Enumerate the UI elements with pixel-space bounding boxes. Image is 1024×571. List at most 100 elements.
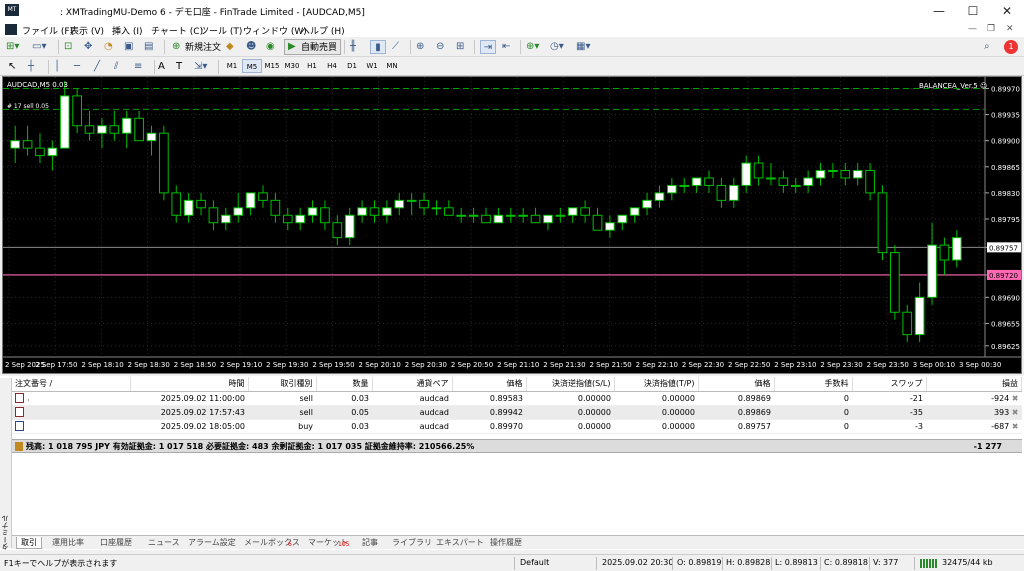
terminal-icon[interactable]: ▣ [124,40,133,54]
col-ticket[interactable]: 注文番号 / [12,377,131,392]
indicators-icon[interactable]: ⊕▾ [526,40,539,54]
col-volume[interactable]: 数量 [316,377,373,392]
strategy-tester-icon[interactable]: ▤ [144,40,153,54]
col-current-price[interactable]: 価格 [698,377,775,392]
auto-scroll-icon[interactable]: ⇥ [480,40,496,54]
table-row[interactable]: . 2025.09.02 11:00:00 sell 0.03 audcad 0… [12,391,1022,406]
templates-icon[interactable]: ▦▾ [576,40,590,54]
timeframe-m15[interactable]: M15 [262,59,282,73]
new-chart-icon[interactable]: ⊞▾ [6,40,19,54]
close-position-icon[interactable]: ✖ [1012,408,1019,417]
profiles-icon[interactable]: ▭▾ [32,40,46,54]
cell-swap: -21 [852,391,926,406]
timeframe-w1[interactable]: W1 [362,59,382,73]
vps-icon[interactable]: ◉ [266,40,275,54]
crosshair-icon[interactable]: ┼ [28,60,34,74]
candle-body [704,177,714,186]
mdi-close-icon[interactable]: ✕ [1006,24,1014,34]
text-label-icon[interactable]: T [176,60,182,74]
col-time[interactable]: 時間 [130,377,249,392]
equidistant-channel-icon[interactable]: ⫽ [114,60,118,74]
chart-canvas[interactable]: 2 Sep 20252 Sep 17:50 2 Sep 18:10 2 Sep 18… [3,77,1021,373]
vertical-line-icon[interactable]: │ [54,60,60,74]
arrows-icon[interactable]: ⇲▾ [194,60,207,74]
menu-insert[interactable]: 挿入 (I) [112,24,143,37]
tab-library[interactable]: ライブラリ [392,537,432,548]
mdi-minimize-icon[interactable]: — [968,24,977,34]
periods-icon[interactable]: ◷▾ [550,40,564,54]
candle-body [159,132,169,194]
horizontal-line-icon[interactable]: ─ [74,60,80,74]
col-price[interactable]: 価格 [452,377,527,392]
cursor-icon[interactable]: ↖ [8,60,16,74]
tile-windows-icon[interactable]: ⊞ [456,40,464,54]
tab-articles[interactable]: 記事 [362,537,378,548]
timeframe-h4[interactable]: H4 [322,59,342,73]
close-position-icon[interactable]: ✖ [1012,394,1019,403]
time-tick-label: 2 Sep 20:50 [451,361,493,369]
bar-chart-icon[interactable]: ╫ [350,40,356,54]
col-symbol[interactable]: 通貨ペア [372,377,453,392]
line-chart-icon[interactable]: ⟋ [392,40,399,54]
trendline-icon[interactable]: ╱ [94,60,100,74]
candle-body [97,125,107,134]
timeframe-h1[interactable]: H1 [302,59,322,73]
cell-tp[interactable]: 0.00000 [614,419,698,434]
profile-name[interactable]: Default [520,558,549,567]
menu-view[interactable]: 表示 (V) [70,24,104,37]
mdi-restore-icon[interactable]: ❐ [987,24,995,34]
notifications-badge[interactable]: 1 [1004,40,1018,54]
tab-alerts[interactable]: アラーム設定 [188,537,236,548]
cell-tp[interactable]: 0.00000 [614,405,698,420]
cell-profit: 393 [993,407,1010,417]
menu-window[interactable]: ウィンドウ (W) [243,24,307,37]
col-swap[interactable]: スワップ [852,377,927,392]
metaeditor-icon[interactable]: ◆ [226,40,234,54]
text-icon[interactable]: A [158,60,165,74]
data-window-icon[interactable]: ◔ [104,40,113,54]
timeframe-mn[interactable]: MN [382,59,402,73]
col-tp[interactable]: 決済指値(T/P) [614,377,699,392]
timeframe-m5[interactable]: M5 [242,59,262,73]
fibonacci-icon[interactable]: ≡ [134,60,142,74]
navigator-icon[interactable]: ✥ [84,40,92,54]
tab-exposure[interactable]: 運用比率 [52,537,84,548]
candle-body [196,199,206,209]
col-profit[interactable]: 損益 [926,377,1022,392]
tab-history[interactable]: 口座履歴 [100,537,132,548]
price-chart[interactable]: 2 Sep 2025 2 Sep 17:50 2 Sep 18:10 2 Sep 18… [2,76,1022,374]
cell-sl[interactable]: 0.00000 [526,419,614,434]
tab-journal[interactable]: 操作履歴 [490,537,522,548]
candle-body [171,192,182,216]
col-commission[interactable]: 手数料 [774,377,853,392]
search-icon[interactable]: ⌕ [984,40,990,54]
minimize-button[interactable]: — [922,0,956,22]
maximize-button[interactable]: ☐ [956,0,990,22]
col-sl[interactable]: 決済逆指値(S/L) [526,377,615,392]
tab-trade[interactable]: 取引 [16,537,42,549]
cell-sl[interactable]: 0.00000 [526,391,614,406]
tab-news[interactable]: ニュース [148,537,180,548]
chart-shift-icon[interactable]: ⇤ [502,40,510,54]
close-button[interactable]: ✕ [990,0,1024,22]
tab-experts[interactable]: エキスパート [436,537,484,548]
close-position-icon[interactable]: ✖ [1012,422,1019,431]
cell-tp[interactable]: 0.00000 [614,391,698,406]
menu-file[interactable]: ファイル (F) [22,24,73,37]
table-row[interactable]: 2025.09.02 18:05:00 buy 0.03 audcad 0.89… [12,419,1022,434]
menu-help[interactable]: ヘルプ (H) [301,24,345,37]
menu-tools[interactable]: ツール (T) [200,24,242,37]
table-row[interactable]: 2025.09.02 17:57:43 sell 0.05 audcad 0.8… [12,405,1022,420]
candlestick-chart-icon[interactable]: ▮ [370,40,386,54]
menu-chart[interactable]: チャート (C) [151,24,203,37]
timeframe-m1[interactable]: M1 [222,59,242,73]
col-type[interactable]: 取引種別 [248,377,317,392]
candle-body [121,117,132,134]
timeframe-m30[interactable]: M30 [282,59,302,73]
cell-sl[interactable]: 0.00000 [526,405,614,420]
market-watch-icon[interactable]: ⊡ [64,40,72,54]
zoom-out-icon[interactable]: ⊖ [436,40,444,54]
signals-icon[interactable]: ☻ [246,40,256,54]
timeframe-d1[interactable]: D1 [342,59,362,73]
zoom-in-icon[interactable]: ⊕ [416,40,424,54]
